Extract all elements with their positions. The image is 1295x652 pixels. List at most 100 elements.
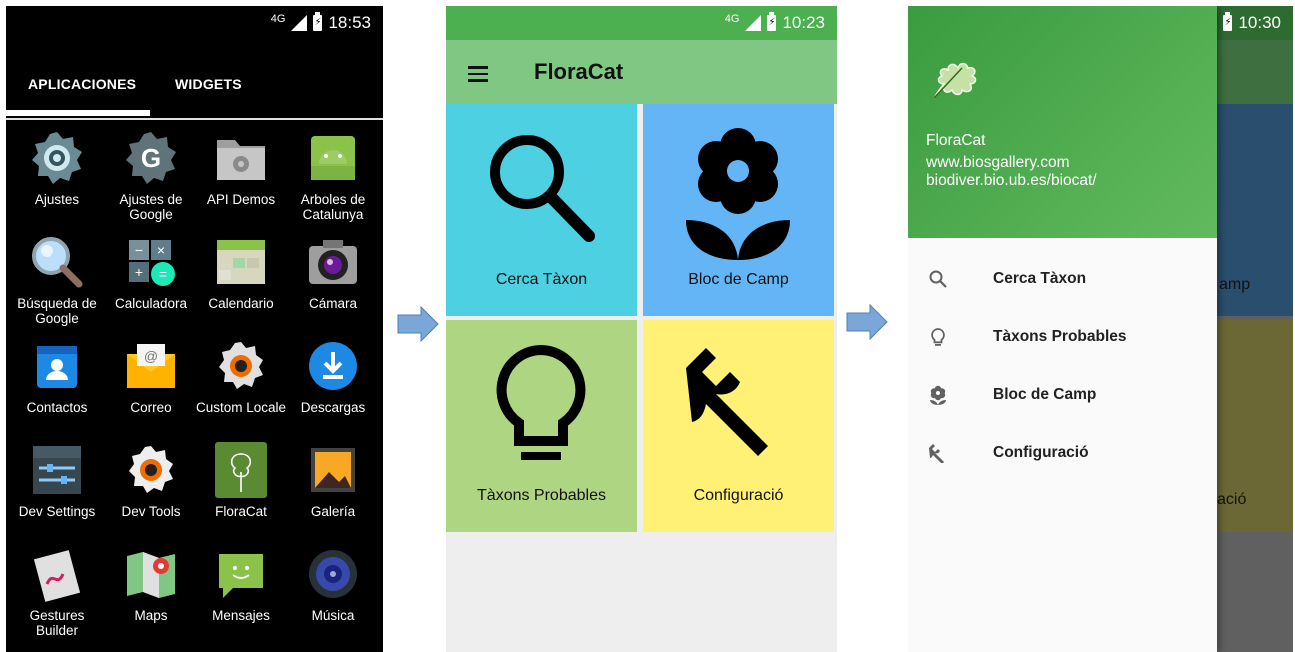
battery-icon xyxy=(767,12,777,31)
app-floracat[interactable]: FloraCat xyxy=(194,442,288,519)
app-label: Descargas xyxy=(300,400,366,415)
dev-tools-gear-icon xyxy=(122,442,180,498)
clock: 10:30 xyxy=(1238,13,1281,32)
svg-text:+: + xyxy=(135,264,143,280)
svg-text:@: @ xyxy=(144,348,158,364)
app-mensajes[interactable]: Mensajes xyxy=(194,546,288,623)
android-icon xyxy=(304,130,362,186)
magnifier-icon xyxy=(28,234,86,290)
app-custom-locale[interactable]: Custom Locale xyxy=(194,338,288,415)
flow-arrow-icon xyxy=(846,304,888,340)
lightbulb-icon xyxy=(496,344,586,460)
app-gestures-builder[interactable]: Gestures Builder xyxy=(10,546,104,638)
app-descargas[interactable]: Descargas xyxy=(286,338,380,415)
tile-cerca-taxon[interactable]: Cerca Tàxon xyxy=(446,104,637,316)
app-calculadora[interactable]: − × + = Calculadora xyxy=(104,234,198,311)
app-maps[interactable]: Maps xyxy=(104,546,198,623)
app-label: Ajustes de Google xyxy=(119,192,183,222)
drawer-url-1[interactable]: www.biosgallery.com xyxy=(926,154,1070,172)
battery-icon xyxy=(1223,12,1233,31)
network-type: 4G xyxy=(270,13,286,25)
search-icon xyxy=(490,135,595,242)
custom-locale-gear-icon xyxy=(212,338,270,394)
wrench-icon xyxy=(686,348,768,456)
app-label: Calculadora xyxy=(114,296,188,311)
app-label: Calendario xyxy=(208,296,274,311)
battery-icon xyxy=(313,12,323,31)
home-screen: 4G 10:23 FloraCat Cerca Tàxon Bloc de Ca… xyxy=(446,6,837,652)
tab-indicator xyxy=(6,110,150,116)
menu-item-label: Bloc de Camp xyxy=(993,386,1097,403)
app-ajustes-de-google[interactable]: G Ajustes de Google xyxy=(104,130,198,222)
app-title: FloraCat xyxy=(534,59,624,84)
app-calendario[interactable]: Calendario xyxy=(194,234,288,311)
app-label: Música xyxy=(311,608,355,623)
app-galeria[interactable]: Galería xyxy=(286,442,380,519)
dimmed-tile-label: ació xyxy=(1217,491,1247,508)
gestures-icon xyxy=(28,546,86,602)
tile-label: Configuració xyxy=(693,487,784,504)
tab-aplicaciones[interactable]: APLICACIONES xyxy=(28,76,136,92)
drawer-app-name: FloraCat xyxy=(926,132,986,149)
app-ajustes[interactable]: Ajustes xyxy=(10,130,104,207)
mail-icon: @ xyxy=(122,338,180,394)
menu-item-bloc-de-camp[interactable]: Bloc de Camp xyxy=(908,367,1217,425)
menu-item-cerca-taxon[interactable]: Cerca Tàxon xyxy=(908,251,1217,309)
search-icon xyxy=(929,270,947,288)
menu-item-taxons-probables[interactable]: Tàxons Probables xyxy=(908,309,1217,367)
svg-text:G: G xyxy=(141,143,161,173)
app-label: Mensajes xyxy=(212,608,270,623)
app-api-demos[interactable]: API Demos xyxy=(194,130,288,207)
gallery-icon xyxy=(304,442,362,498)
app-label: Cámara xyxy=(308,296,357,311)
launcher-tabs: APLICACIONES WIDGETS xyxy=(6,54,383,120)
menu-icon[interactable] xyxy=(468,66,488,82)
status-bar: 4G 10:23 xyxy=(446,6,837,40)
app-dev-settings[interactable]: Dev Settings xyxy=(10,442,104,519)
menu-item-label: Configuració xyxy=(993,444,1089,461)
oak-leaf-icon xyxy=(933,62,977,99)
svg-text:−: − xyxy=(135,242,143,258)
menu-item-configuracio[interactable]: Configuració xyxy=(908,425,1217,483)
app-dev-tools[interactable]: Dev Tools xyxy=(104,442,198,519)
lightbulb-icon xyxy=(931,328,945,346)
app-musica[interactable]: Música xyxy=(286,546,380,623)
svg-text:×: × xyxy=(157,242,165,258)
app-label: Galería xyxy=(310,504,356,519)
navigation-drawer: FloraCat www.biosgallery.com biodiver.bi… xyxy=(908,6,1217,652)
network-type: 4G xyxy=(724,13,740,25)
google-settings-icon: G xyxy=(122,130,180,186)
camera-icon xyxy=(304,234,362,290)
app-label: API Demos xyxy=(206,192,276,207)
music-icon xyxy=(304,546,362,602)
app-correo[interactable]: @ Correo xyxy=(104,338,198,415)
dev-settings-icon xyxy=(28,442,86,498)
download-icon xyxy=(304,338,362,394)
app-contactos[interactable]: Contactos xyxy=(10,338,104,415)
floracat-tree-icon xyxy=(212,442,270,498)
app-camara[interactable]: Cámara xyxy=(286,234,380,311)
tile-configuracio[interactable]: Configuració xyxy=(643,320,834,532)
signal-icon xyxy=(291,15,308,31)
launcher-screen: 4G 18:53 APLICACIONES WIDGETS Ajustes G … xyxy=(6,6,383,652)
dimmed-tile-label: amp xyxy=(1219,276,1251,293)
maps-icon xyxy=(122,546,180,602)
clock: 10:23 xyxy=(782,13,825,32)
app-busqueda-de-google[interactable]: Búsqueda de Google xyxy=(10,234,104,326)
settings-gear-icon xyxy=(28,130,86,186)
app-arboles-de-catalunya[interactable]: Arboles de Catalunya xyxy=(286,130,380,222)
app-label: Arboles de Catalunya xyxy=(300,192,366,222)
app-label: Ajustes xyxy=(34,192,80,207)
tile-bloc-de-camp[interactable]: Bloc de Camp xyxy=(643,104,834,316)
clock: 18:53 xyxy=(328,13,371,32)
tile-taxons-probables[interactable]: Tàxons Probables xyxy=(446,320,637,532)
app-label: Dev Tools xyxy=(121,504,181,519)
flower-icon xyxy=(930,385,946,405)
tile-label: Tàxons Probables xyxy=(477,487,606,504)
app-label: Búsqueda de Google xyxy=(17,296,97,326)
app-label: Dev Settings xyxy=(18,504,96,519)
tab-widgets[interactable]: WIDGETS xyxy=(175,76,242,92)
drawer-url-2[interactable]: biodiver.bio.ub.es/biocat/ xyxy=(926,172,1097,190)
menu-item-label: Tàxons Probables xyxy=(993,328,1127,345)
app-label: Contactos xyxy=(26,400,88,415)
